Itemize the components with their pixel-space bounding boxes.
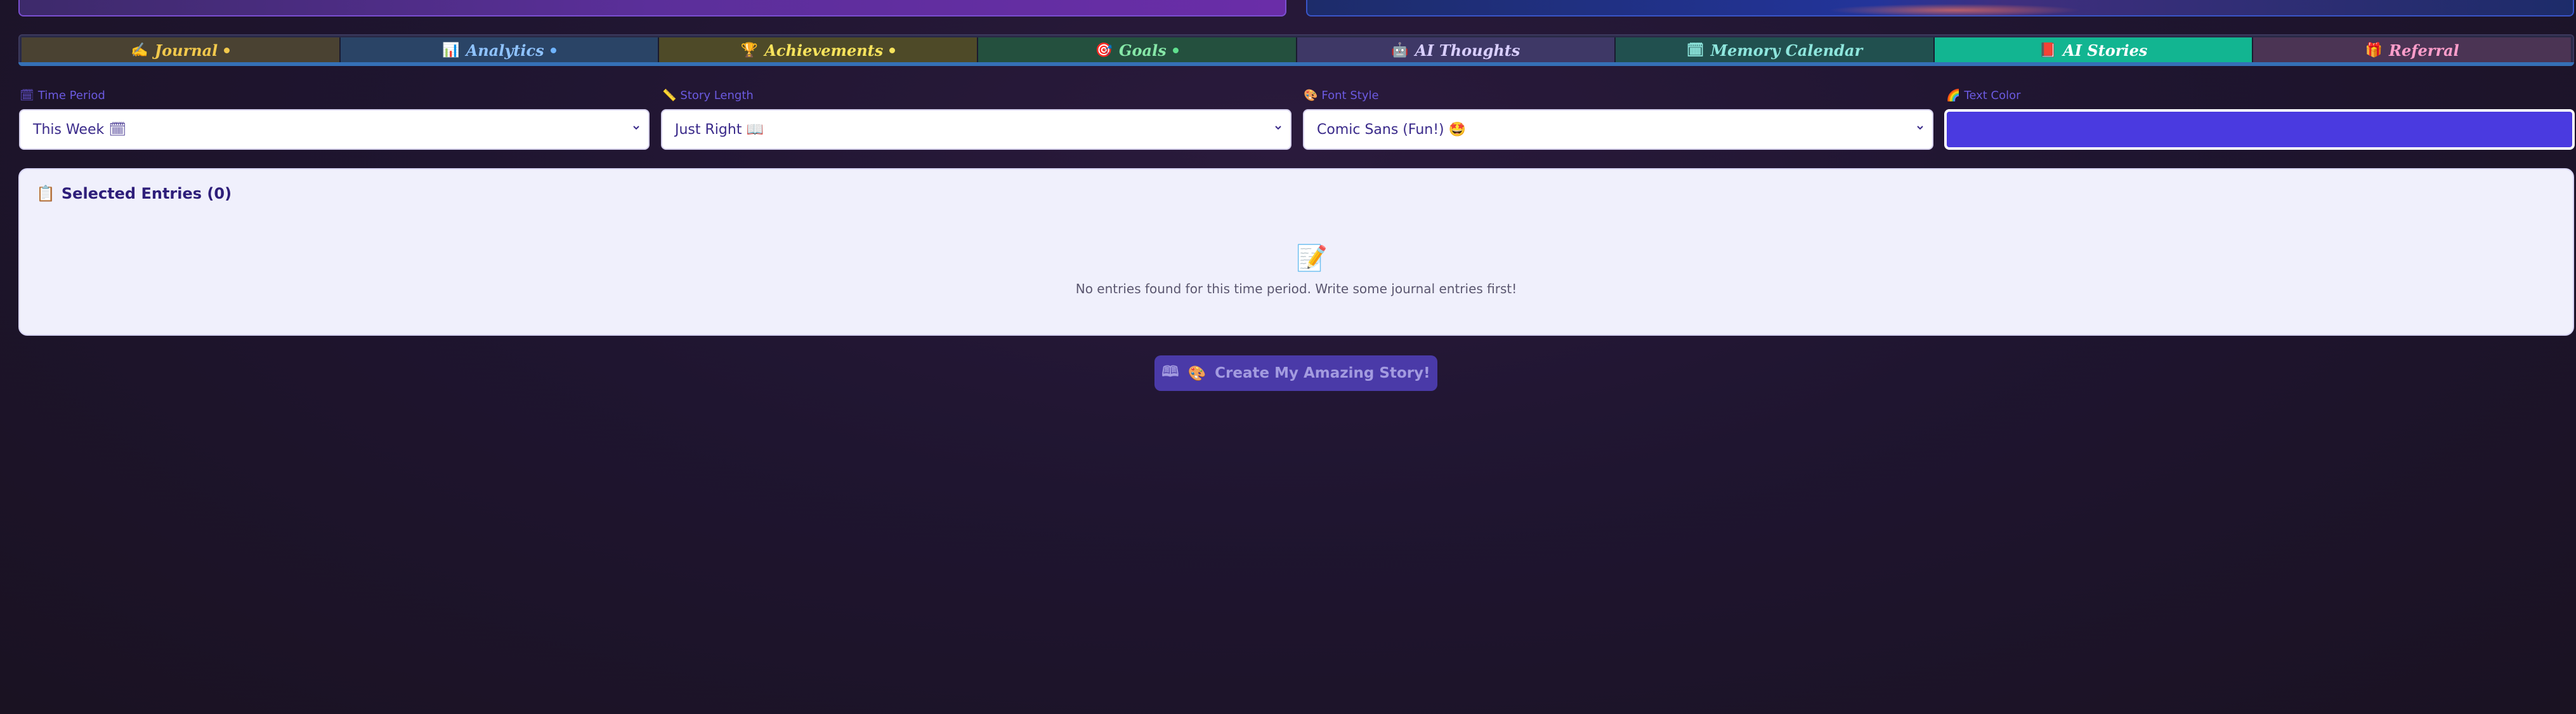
tab-goals[interactable]: 🎯 Goals [977,37,1297,63]
tab-ai-stories[interactable]: 📕 AI Stories [1934,37,2254,63]
chevron-down-icon [633,126,639,130]
color-swatch [1947,112,2572,147]
tab-journal[interactable]: ✍️ Journal [22,37,341,63]
selected-entries-title-text: Selected Entries (0) [61,185,232,202]
status-dot-icon [889,47,896,53]
tab-ai-thoughts[interactable]: 🤖 AI Thoughts [1297,37,1616,63]
clipboard-icon: 📋 [36,185,55,202]
time-period-select[interactable]: This Week 🗓 [19,109,650,150]
card-glow [1827,4,2081,17]
status-dot-icon [224,47,230,53]
font-style-select[interactable]: Comic Sans (Fun!) 🤩 [1303,109,1933,150]
tabs-underline [18,62,2574,66]
create-story-label: Create My Amazing Story! [1215,365,1430,381]
font-style-label-text: Font Style [1321,89,1379,102]
text-color-picker[interactable] [1944,109,2575,150]
palette-icon: 🎨 [1304,89,1318,102]
status-dot-icon [550,47,556,53]
top-card-right [1306,0,2574,17]
palette-icon: 🎨 [1187,365,1206,382]
selected-entries-title: 📋 Selected Entries (0) [36,185,232,202]
tab-label: Journal [154,41,218,60]
story-length-label: 📏 Story Length [662,89,754,102]
create-story-button[interactable]: 🕮 🎨 Create My Amazing Story! [1154,355,1437,391]
memo-icon: 📝 [1296,244,1328,273]
tab-label: Referral [2389,41,2459,60]
story-length-label-text: Story Length [680,89,754,102]
font-style-value: Comic Sans (Fun!) 🤩 [1317,121,1467,138]
time-period-label: 🗓 Time Period [20,89,105,102]
chevron-down-icon [1275,126,1281,130]
selected-entries-panel: 📋 Selected Entries (0) 📝 No entries foun… [18,168,2574,336]
calendar-icon: 🗓 [1686,42,1704,58]
tab-label: AI Thoughts [1415,41,1520,60]
tab-label: Goals [1119,41,1167,60]
chevron-down-icon [1917,126,1923,130]
tab-referral[interactable]: 🎁 Referral [2253,37,2571,63]
ruler-icon: 📏 [662,89,677,102]
text-color-label-text: Text Color [1964,89,2021,102]
tab-label: Memory Calendar [1710,41,1863,60]
tab-memory-calendar[interactable]: 🗓 Memory Calendar [1616,37,1935,63]
main-tabs: ✍️ Journal 📊 Analytics 🏆 Achievements 🎯 … [18,34,2574,66]
font-style-label: 🎨 Font Style [1304,89,1379,102]
tab-label: Achievements [764,41,884,60]
tab-label: Analytics [466,41,544,60]
writing-hand-icon: ✍️ [131,42,148,58]
top-card-left [18,0,1286,17]
tab-analytics[interactable]: 📊 Analytics [340,37,660,63]
story-length-value: Just Right 📖 [675,121,764,138]
story-length-select[interactable]: Just Right 📖 [661,109,1291,150]
trophy-icon: 🏆 [740,42,759,58]
text-color-label: 🌈 Text Color [1946,89,2021,102]
tab-label: AI Stories [2063,41,2148,60]
calendar-icon: 🗓 [20,89,34,102]
tab-achievements[interactable]: 🏆 Achievements [659,37,978,63]
time-period-label-text: Time Period [37,89,105,102]
time-period-value: This Week 🗓 [33,121,127,138]
book-icon: 📕 [2039,42,2057,58]
robot-icon: 🤖 [1391,42,1409,58]
gift-icon: 🎁 [2365,42,2383,58]
book-icon: 🕮 [1161,363,1179,380]
rainbow-icon: 🌈 [1946,89,1961,102]
bar-chart-icon: 📊 [442,42,460,58]
target-icon: 🎯 [1095,42,1113,58]
empty-state-message: No entries found for this time period. W… [1075,281,1517,296]
status-dot-icon [1172,47,1179,53]
